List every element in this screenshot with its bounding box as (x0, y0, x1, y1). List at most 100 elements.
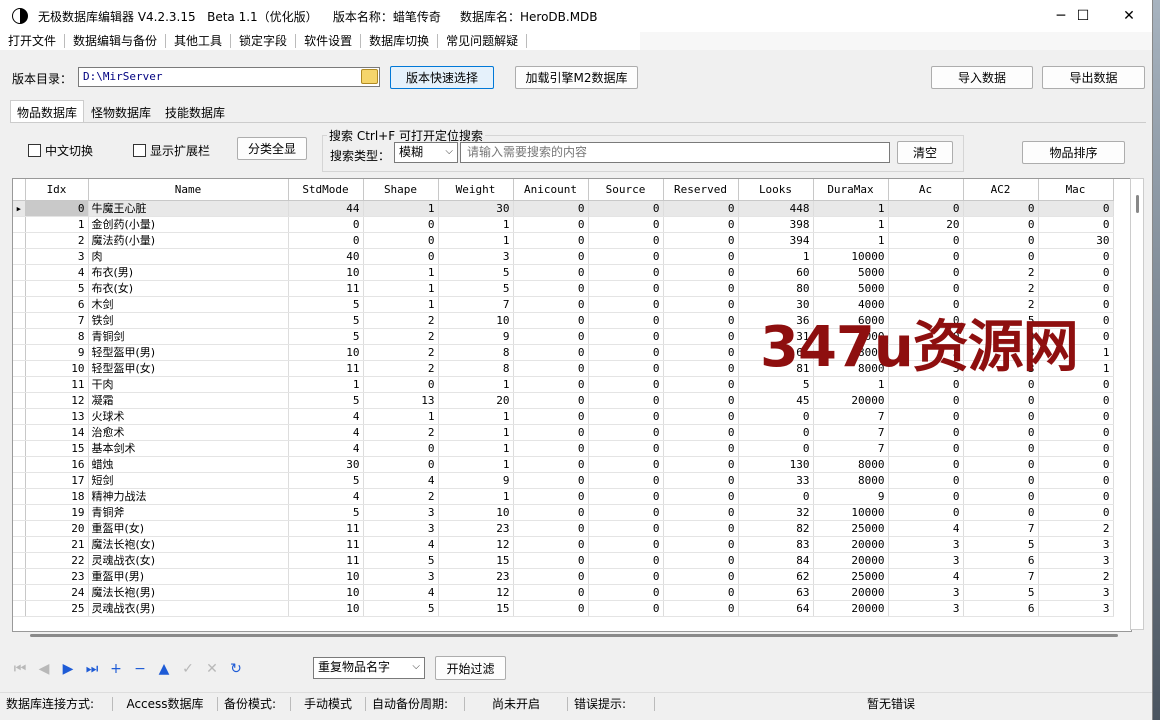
table-cell[interactable]: 0 (888, 456, 964, 473)
table-cell[interactable]: 2 (963, 280, 1039, 297)
table-cell[interactable]: 基本剑术 (88, 440, 289, 457)
table-cell[interactable]: 64 (738, 600, 814, 617)
table-row[interactable]: 12 凝霜 5 13 20 0 0 0 45 20000 0 0 0 (13, 392, 1114, 409)
table-cell[interactable]: 0 (513, 568, 589, 585)
table-cell[interactable]: 0 (963, 248, 1039, 265)
table-cell[interactable]: 短剑 (88, 472, 289, 489)
table-cell[interactable]: 0 (963, 472, 1039, 489)
table-cell[interactable]: 80 (738, 280, 814, 297)
table-cell[interactable]: 5 (363, 600, 439, 617)
table-cell[interactable]: 11 (288, 520, 364, 537)
column-header-source[interactable]: Source (588, 179, 664, 201)
table-cell[interactable]: 0 (363, 456, 439, 473)
table-cell[interactable]: 3 (888, 552, 964, 569)
table-cell[interactable]: 0 (363, 376, 439, 393)
table-cell[interactable]: 0 (663, 584, 739, 601)
table-cell[interactable]: 5 (963, 536, 1039, 553)
table-cell[interactable]: 1 (363, 408, 439, 425)
table-cell[interactable]: 0 (888, 504, 964, 521)
column-header-mac[interactable]: Mac (1038, 179, 1114, 201)
category-all-button[interactable]: 分类全显 (237, 137, 307, 160)
table-cell[interactable]: 9 (438, 328, 514, 345)
table-cell[interactable]: 0 (513, 216, 589, 233)
table-cell[interactable]: 0 (588, 472, 664, 489)
items-grid[interactable]: Idx Name StdMode Shape Weight Anicount Source R… (12, 178, 1132, 632)
table-cell[interactable]: 0 (888, 248, 964, 265)
table-cell[interactable]: 0 (513, 536, 589, 553)
table-cell[interactable]: 13 (363, 392, 439, 409)
table-cell[interactable]: 0 (963, 216, 1039, 233)
table-cell[interactable]: 0 (663, 232, 739, 249)
table-cell[interactable]: 0 (663, 520, 739, 537)
table-cell[interactable]: 23 (438, 568, 514, 585)
tab-monsters[interactable]: 怪物数据库 (84, 100, 158, 122)
table-cell[interactable]: 23 (25, 568, 89, 585)
table-cell[interactable]: 20000 (813, 392, 889, 409)
table-cell[interactable]: 3 (363, 504, 439, 521)
table-cell[interactable]: 0 (888, 424, 964, 441)
horizontal-scrollbar[interactable] (30, 634, 1118, 637)
table-cell[interactable]: 15 (25, 440, 89, 457)
table-cell[interactable]: 5000 (813, 264, 889, 281)
table-cell[interactable]: 0 (513, 280, 589, 297)
table-cell[interactable]: 0 (1038, 456, 1114, 473)
table-cell[interactable]: 0 (513, 600, 589, 617)
table-cell[interactable]: 0 (663, 312, 739, 329)
table-cell[interactable]: 0 (513, 520, 589, 537)
table-cell[interactable]: 2 (363, 360, 439, 377)
table-cell[interactable]: 0 (588, 216, 664, 233)
last-record-icon[interactable]: ⏭ (82, 659, 102, 679)
column-header-looks[interactable]: Looks (738, 179, 814, 201)
table-cell[interactable]: 20 (438, 392, 514, 409)
table-cell[interactable]: 0 (888, 280, 964, 297)
table-cell[interactable]: 0 (663, 248, 739, 265)
menu-lock-fields[interactable]: 锁定字段 (231, 34, 297, 48)
post-icon[interactable]: ✓ (178, 659, 198, 679)
table-cell[interactable]: 21 (25, 536, 89, 553)
table-cell[interactable]: 青铜剑 (88, 328, 289, 345)
table-cell[interactable]: 9 (438, 472, 514, 489)
table-cell[interactable]: 5 (288, 312, 364, 329)
table-cell[interactable]: 9 (813, 488, 889, 505)
table-cell[interactable]: 0 (588, 280, 664, 297)
edit-icon[interactable]: ▲ (154, 659, 174, 679)
table-cell[interactable]: 肉 (88, 248, 289, 265)
table-row[interactable]: 22 灵魂战衣(女) 11 5 15 0 0 0 84 20000 3 6 3 (13, 552, 1114, 569)
table-cell[interactable]: 84 (738, 552, 814, 569)
table-cell[interactable]: 20000 (813, 552, 889, 569)
table-cell[interactable]: 5 (25, 280, 89, 297)
export-data-button[interactable]: 导出数据 (1042, 66, 1145, 89)
table-cell[interactable]: 3 (1038, 552, 1114, 569)
table-cell[interactable]: 轻型盔甲(男) (88, 344, 289, 361)
table-cell[interactable]: 17 (25, 472, 89, 489)
table-cell[interactable]: 4 (288, 440, 364, 457)
table-cell[interactable]: 0 (513, 344, 589, 361)
table-cell[interactable]: 0 (588, 456, 664, 473)
table-cell[interactable]: 0 (588, 264, 664, 281)
table-cell[interactable]: 0 (513, 248, 589, 265)
table-cell[interactable]: 铁剑 (88, 312, 289, 329)
table-cell[interactable]: 2 (1038, 520, 1114, 537)
table-cell[interactable]: 0 (663, 392, 739, 409)
table-cell[interactable]: 治愈术 (88, 424, 289, 441)
table-cell[interactable]: 0 (588, 344, 664, 361)
table-cell[interactable]: 2 (363, 488, 439, 505)
table-row[interactable]: 21 魔法长袍(女) 11 4 12 0 0 0 83 20000 3 5 3 (13, 536, 1114, 553)
table-cell[interactable]: 10 (288, 264, 364, 281)
table-cell[interactable]: 9 (25, 344, 89, 361)
cancel-icon[interactable]: ✕ (202, 659, 222, 679)
table-cell[interactable]: 0 (588, 360, 664, 377)
table-cell[interactable]: 5 (363, 552, 439, 569)
table-cell[interactable]: 干肉 (88, 376, 289, 393)
table-cell[interactable]: 60 (738, 264, 814, 281)
table-cell[interactable]: 1 (438, 488, 514, 505)
table-cell[interactable]: 3 (438, 248, 514, 265)
prior-record-icon[interactable]: ◀ (34, 659, 54, 679)
table-cell[interactable]: 5 (438, 280, 514, 297)
table-cell[interactable]: 0 (513, 408, 589, 425)
table-cell[interactable]: 0 (888, 392, 964, 409)
table-row[interactable]: 13 火球术 4 1 1 0 0 0 0 7 0 0 0 (13, 408, 1114, 425)
table-cell[interactable]: 0 (25, 200, 89, 217)
table-cell[interactable]: 15 (438, 552, 514, 569)
table-cell[interactable]: 0 (1038, 200, 1114, 217)
